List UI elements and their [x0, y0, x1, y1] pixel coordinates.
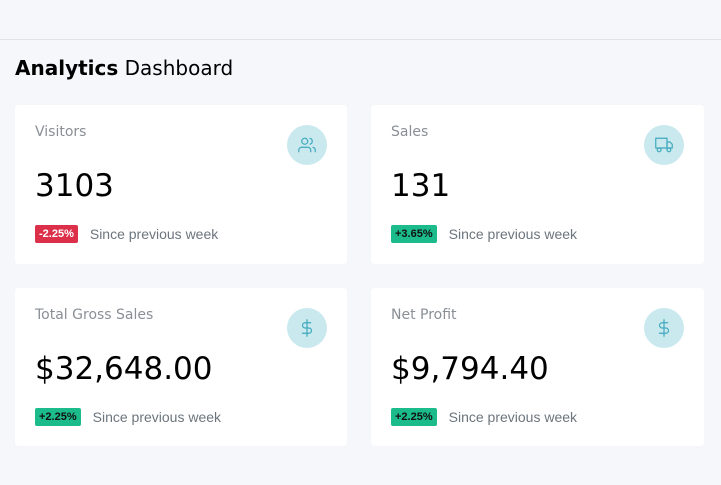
sales-card: Sales 131 +3.65% Since previous week — [371, 105, 704, 264]
card-title: Sales — [391, 124, 429, 140]
card-footer: +2.25% Since previous week — [391, 408, 577, 426]
card-title: Net Profit — [391, 307, 457, 323]
card-value: $32,648.00 — [35, 351, 213, 387]
change-badge: +2.25% — [35, 408, 81, 426]
change-badge: +3.65% — [391, 225, 437, 243]
since-text: Since previous week — [92, 409, 222, 425]
card-value: $9,794.40 — [391, 351, 549, 387]
top-navbar — [0, 0, 721, 40]
card-footer: +2.25% Since previous week — [35, 408, 221, 426]
card-footer: -2.25% Since previous week — [35, 225, 218, 243]
change-badge: -2.25% — [35, 225, 78, 243]
card-value: 131 — [391, 168, 451, 204]
card-title: Total Gross Sales — [35, 307, 154, 323]
card-title: Visitors — [35, 124, 87, 140]
card-value: 3103 — [35, 168, 114, 204]
change-badge: +2.25% — [391, 408, 437, 426]
visitors-card: Visitors 3103 -2.25% Since previous week — [15, 105, 347, 264]
users-icon — [287, 125, 327, 165]
page-title-strong: Analytics — [15, 56, 119, 80]
truck-icon — [644, 125, 684, 165]
since-text: Since previous week — [448, 226, 578, 242]
dollar-icon — [287, 308, 327, 348]
net-profit-card: Net Profit $9,794.40 +2.25% Since previo… — [371, 288, 704, 446]
card-footer: +3.65% Since previous week — [391, 225, 577, 243]
page-title-light: Dashboard — [124, 56, 234, 80]
since-text: Since previous week — [89, 226, 219, 242]
dollar-icon — [644, 308, 684, 348]
since-text: Since previous week — [448, 409, 578, 425]
page-title: Analytics Dashboard — [15, 55, 233, 81]
total-gross-sales-card: Total Gross Sales $32,648.00 +2.25% Sinc… — [15, 288, 347, 446]
